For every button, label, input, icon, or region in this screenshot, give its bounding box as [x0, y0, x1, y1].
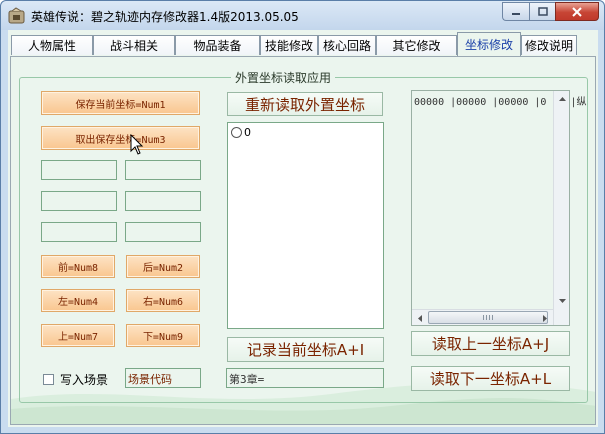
scroll-up-arrow[interactable] — [554, 91, 570, 107]
scroll-right-arrow[interactable] — [537, 310, 553, 326]
read-next-coordinate-button[interactable]: 读取下一坐标A+L — [411, 366, 570, 391]
title-bar[interactable]: 英雄传说：碧之轨迹内存修改器1.4版2013.05.05 — [1, 1, 604, 30]
reread-external-coordinates-button[interactable]: 重新读取外置坐标 — [227, 92, 383, 116]
tab-bar: 人物属性 战斗相关 物品装备 技能修改 核心回路 其它修改 坐标修改 修改说明 — [8, 30, 598, 56]
tab-items-equipment[interactable]: 物品装备 — [175, 35, 260, 55]
checkbox-box[interactable] — [43, 374, 54, 385]
move-up-button[interactable]: 上=Num7 — [41, 324, 115, 347]
move-right-button[interactable]: 右=Num6 — [126, 289, 200, 312]
close-icon — [572, 6, 582, 17]
window-title: 英雄传说：碧之轨迹内存修改器1.4版2013.05.05 — [31, 10, 299, 24]
caption-buttons — [502, 2, 599, 21]
list-item-label: 0 — [244, 126, 251, 139]
scene-code-field[interactable]: 场景代码 — [125, 368, 201, 388]
write-scene-label: 写入场景 — [60, 373, 109, 387]
maximize-button[interactable] — [529, 2, 555, 21]
tab-instructions[interactable]: 修改说明 — [521, 35, 577, 55]
saved-coordinate-z-field[interactable] — [125, 222, 201, 242]
horizontal-scrollbar[interactable] — [412, 309, 553, 325]
saved-coordinate-x-field[interactable] — [125, 160, 201, 180]
move-left-button[interactable]: 左=Num4 — [41, 289, 115, 312]
coordinate-x-field[interactable] — [41, 160, 117, 180]
vertical-scrollbar[interactable] — [553, 91, 569, 325]
tab-coordinates[interactable]: 坐标修改 — [457, 32, 521, 56]
coordinate-z-field[interactable] — [41, 222, 117, 242]
list-item[interactable]: 0 — [231, 126, 251, 139]
horizontal-scroll-thumb[interactable] — [428, 311, 548, 324]
move-down-button[interactable]: 下=Num9 — [126, 324, 200, 347]
tab-character-attributes[interactable]: 人物属性 — [11, 35, 93, 55]
scroll-up-icon — [558, 97, 566, 101]
app-icon — [8, 7, 25, 24]
tab-combat[interactable]: 战斗相关 — [93, 35, 175, 55]
group-title: 外置坐标读取应用 — [231, 69, 336, 86]
coordinate-list[interactable]: 0 — [227, 122, 384, 329]
tab-core-circuit[interactable]: 核心回路 — [318, 35, 376, 55]
coordinate-y-field[interactable] — [41, 191, 117, 211]
scroll-down-arrow[interactable] — [554, 293, 570, 309]
write-scene-checkbox[interactable]: 写入场景 — [43, 371, 108, 388]
client-area: 人物属性 战斗相关 物品装备 技能修改 核心回路 其它修改 坐标修改 修改说明 … — [8, 30, 598, 427]
scroll-left-arrow[interactable] — [412, 310, 428, 326]
move-back-button[interactable]: 后=Num2 — [126, 255, 200, 278]
record-coordinate-button[interactable]: 记录当前坐标A+I — [227, 337, 384, 362]
mouse-cursor-icon — [130, 134, 144, 155]
tab-other[interactable]: 其它修改 — [376, 35, 457, 55]
save-coordinates-button[interactable]: 保存当前坐标=Num1 — [41, 91, 200, 115]
chapter-field[interactable]: 第3章= — [226, 368, 384, 388]
minimize-icon — [512, 12, 520, 15]
close-button[interactable] — [555, 2, 599, 21]
read-previous-coordinate-button[interactable]: 读取上一坐标A+J — [411, 331, 570, 356]
scroll-left-icon — [418, 314, 422, 322]
minimize-button[interactable] — [502, 2, 529, 21]
tab-skills[interactable]: 技能修改 — [260, 35, 318, 55]
coordinate-memo[interactable]: 00000 |00000 |00000 |0 |0 |纵 — [411, 90, 587, 326]
saved-coordinate-y-field[interactable] — [125, 191, 201, 211]
restore-coordinates-button[interactable]: 取出保存坐标=Num3 — [41, 126, 200, 150]
coordinates-panel: 外置坐标读取应用 保存当前坐标=Num1 取出保存坐标=Num3 前=Num8 … — [10, 56, 596, 425]
radio-button[interactable] — [231, 127, 242, 138]
app-window: 英雄传说：碧之轨迹内存修改器1.4版2013.05.05 人物属性 战斗相关 物… — [0, 0, 605, 434]
scroll-right-icon — [543, 314, 547, 322]
maximize-icon — [537, 6, 548, 16]
scroll-down-icon — [558, 299, 566, 303]
move-forward-button[interactable]: 前=Num8 — [41, 255, 115, 278]
